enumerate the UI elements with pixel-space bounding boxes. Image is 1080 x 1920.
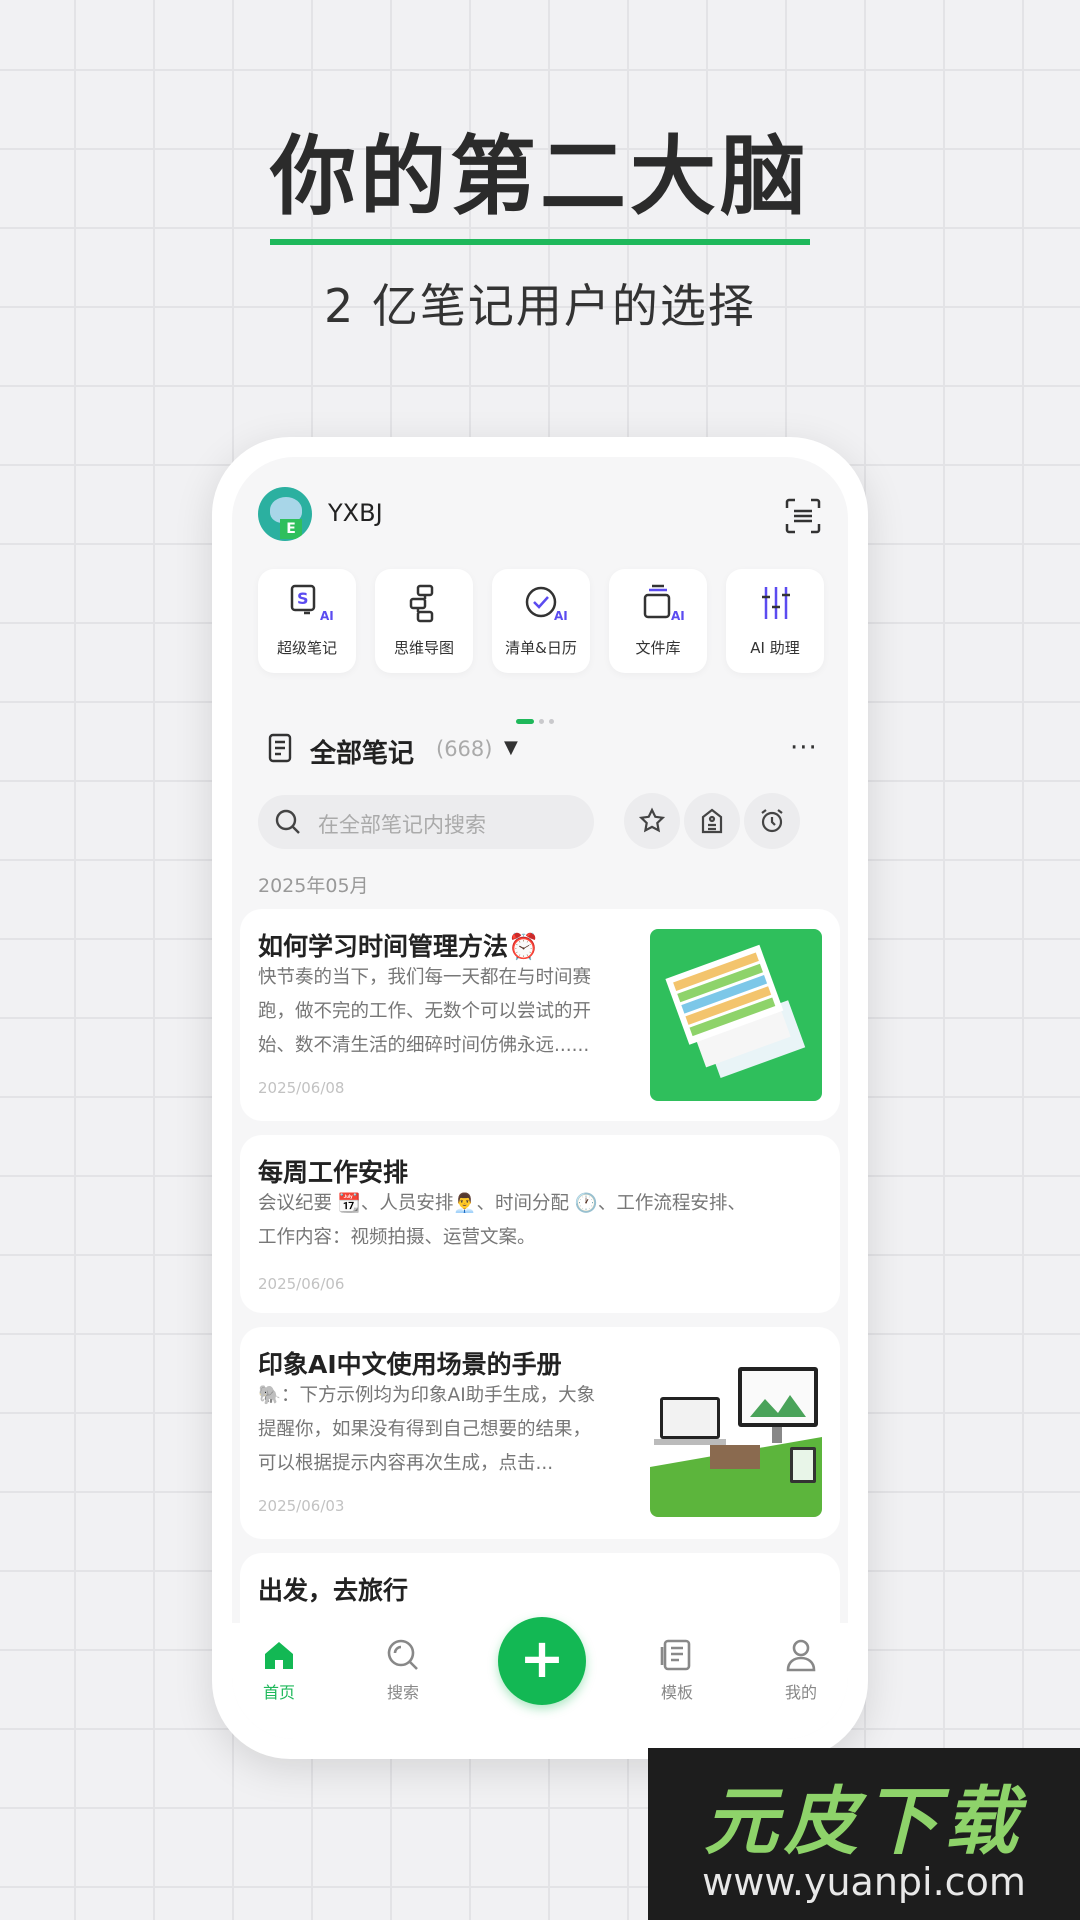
excerpt-line: 始、数不清生活的细碎时间仿佛永远...... (258, 1035, 590, 1056)
headline: 你的第二大脑 (0, 130, 1080, 245)
tool-label: 超级笔记 (276, 639, 337, 657)
excerpt-line: 🐘：下方示例均为印象AI助手生成，大象 (258, 1385, 596, 1406)
spreadsheet-illustration (665, 944, 806, 1079)
watermark-url: www.yuanpi.com (702, 1860, 1026, 1904)
ai-badge: AI (671, 609, 685, 623)
tool-checklist[interactable]: AI 清单&日历 (492, 569, 590, 673)
note-thumbnail (650, 1357, 822, 1517)
notes-title[interactable]: 全部笔记 (310, 733, 414, 770)
excerpt-line: 跑，做不完的工作、无数个可以尝试的开 (258, 1001, 592, 1022)
nav-label: 我的 (784, 1683, 817, 1702)
page-dot (549, 719, 554, 724)
notes-count: (668) (436, 737, 493, 761)
page-dot-active (516, 719, 534, 724)
notebook-icon (268, 733, 292, 763)
nav-search[interactable]: 搜索 (358, 1637, 448, 1703)
note-card[interactable]: 如何学习时间管理方法⏰ 快节奏的当下，我们每一天都在与时间赛 跑，做不完的工作、… (240, 909, 840, 1121)
alarm-clock-icon (761, 809, 783, 833)
note-title: 如何学习时间管理方法⏰ (258, 932, 540, 961)
tag-button[interactable] (684, 793, 740, 849)
tool-label: 思维导图 (393, 639, 454, 657)
month-header: 2025年05月 (258, 875, 369, 897)
bottom-nav: 首页 搜索 + 模板 我的 (232, 1617, 848, 1739)
nav-label: 模板 (660, 1683, 693, 1702)
excerpt-line: 工作内容：视频拍摄、运营文案。 (258, 1227, 536, 1248)
note-card[interactable]: 印象AI中文使用场景的手册 🐘：下方示例均为印象AI助手生成，大象 提醒你，如果… (240, 1327, 840, 1539)
excerpt-line: 提醒你，如果没有得到自己想要的结果， (258, 1419, 592, 1440)
tag-icon (701, 808, 723, 834)
search-input[interactable]: 在全部笔记内搜索 (258, 795, 594, 849)
page-indicator (516, 711, 559, 730)
watermark-brand: 元皮下载 (704, 1779, 1024, 1865)
note-excerpt: 快节奏的当下，我们每一天都在与时间赛 跑，做不完的工作、无数个可以尝试的开 始、… (258, 961, 591, 1063)
nav-label: 首页 (262, 1683, 295, 1702)
ai-badge: AI (554, 609, 568, 623)
headline-subtitle: 2 亿笔记用户的选择 (324, 279, 756, 333)
nav-mine[interactable]: 我的 (756, 1637, 846, 1703)
search-placeholder: 在全部笔记内搜索 (318, 813, 486, 837)
star-icon (638, 807, 666, 833)
search-icon (387, 1639, 418, 1670)
note-title: 出发，去旅行 (258, 1576, 409, 1605)
nav-label: 搜索 (386, 1683, 419, 1702)
avatar[interactable]: E (258, 487, 312, 541)
app-screen: E YXBJ S AI 超级笔记 思维导图 AI 清单&日历 AI 文件库 AI… (232, 457, 848, 1739)
svg-text:S: S (297, 589, 309, 608)
more-button[interactable]: ··· (790, 733, 818, 763)
nav-templates[interactable]: 模板 (632, 1637, 722, 1703)
excerpt-line: 可以根据提示内容再次生成，点击... (258, 1453, 554, 1474)
quick-tools: S AI 超级笔记 思维导图 AI 清单&日历 AI 文件库 AI 助理 (258, 569, 824, 673)
excerpt-line: 快节奏的当下，我们每一天都在与时间赛 (258, 967, 592, 988)
search-icon (275, 809, 300, 834)
excerpt-line: 会议纪要 📆、人员安排👨‍💼、时间分配 🕐、工作流程安排、 (258, 1193, 746, 1214)
note-card[interactable]: 每周工作安排 会议纪要 📆、人员安排👨‍💼、时间分配 🕐、工作流程安排、 工作内… (240, 1135, 840, 1313)
ai-assistant-icon (762, 587, 790, 619)
note-date: 2025/06/06 (258, 1275, 345, 1293)
tool-label: 文件库 (635, 639, 681, 657)
user-icon (786, 1639, 816, 1672)
tool-label: AI 助理 (750, 639, 800, 657)
template-icon (660, 1639, 691, 1671)
nav-home[interactable]: 首页 (234, 1637, 324, 1703)
scan-icon[interactable] (784, 497, 822, 535)
tool-super-note[interactable]: S AI 超级笔记 (258, 569, 356, 673)
page-dot (539, 719, 544, 724)
note-excerpt: 会议纪要 📆、人员安排👨‍💼、时间分配 🕐、工作流程安排、 工作内容：视频拍摄、… (258, 1187, 746, 1255)
headline-title: 你的第二大脑 (270, 130, 810, 245)
username[interactable]: YXBJ (328, 499, 383, 527)
tool-label: 清单&日历 (505, 639, 577, 657)
note-excerpt: 🐘：下方示例均为印象AI助手生成，大象 提醒你，如果没有得到自己想要的结果， 可… (258, 1379, 595, 1481)
ai-badge: AI (320, 609, 334, 623)
note-title: 每周工作安排 (258, 1158, 409, 1187)
phone-frame: E YXBJ S AI 超级笔记 思维导图 AI 清单&日历 AI 文件库 AI… (212, 437, 868, 1759)
note-thumbnail (650, 929, 822, 1101)
watermark: 元皮下载 www.yuanpi.com (648, 1748, 1080, 1920)
home-icon (265, 1642, 293, 1669)
tool-ai-assistant[interactable]: AI 助理 (726, 569, 824, 673)
tool-file-library[interactable]: AI 文件库 (609, 569, 707, 673)
mindmap-icon (409, 584, 434, 623)
plus-icon: + (519, 1627, 565, 1690)
note-title: 印象AI中文使用场景的手册 (258, 1350, 562, 1379)
reminder-button[interactable] (744, 793, 800, 849)
devices-illustration (650, 1367, 822, 1517)
favorites-button[interactable] (624, 793, 680, 849)
tool-mindmap[interactable]: 思维导图 (375, 569, 473, 673)
avatar-letter: E (280, 519, 302, 539)
note-date: 2025/06/03 (258, 1497, 345, 1515)
add-note-button[interactable]: + (498, 1617, 586, 1705)
chevron-down-icon[interactable]: ▼ (504, 737, 518, 758)
note-date: 2025/06/08 (258, 1079, 345, 1097)
